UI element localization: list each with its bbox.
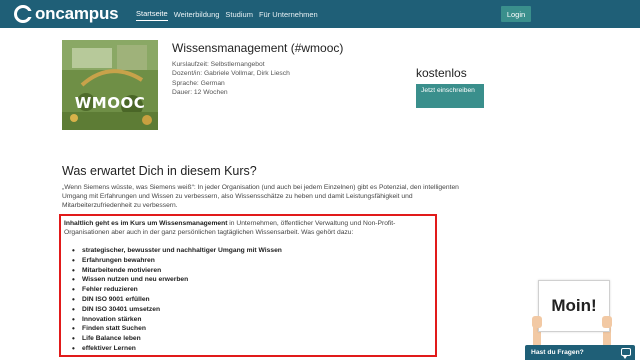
list-item: effektiver Lernen: [70, 344, 282, 354]
list-item: Erfahrungen bewahren: [70, 256, 282, 266]
section-heading: Was erwartet Dich in diesem Kurs?: [62, 164, 257, 178]
lead-bold: Inhaltlich geht es im Kurs um Wissensman…: [64, 220, 228, 227]
chat-label: Hast du Fragen?: [531, 349, 584, 356]
mascot-hand-right: [602, 316, 612, 328]
login-button[interactable]: Login: [501, 6, 531, 22]
lead-paragraph: Inhaltlich geht es im Kurs um Wissensman…: [64, 219, 432, 237]
list-item: Fehler reduzieren: [70, 285, 282, 295]
logo-icon: [14, 5, 33, 23]
meta-language: Sprache: German: [172, 79, 225, 87]
course-image-label: WMOOC: [74, 94, 146, 112]
meta-duration-type: Kurslaufzeit: Selbstlernangebot: [172, 61, 265, 68]
nav-fuer-unternehmen[interactable]: Für Unternehmen: [259, 8, 318, 21]
course-meta: Kurslaufzeit: Selbstlernangebot Dozent/i…: [172, 60, 290, 98]
topics-list: strategischer, bewusster und nachhaltige…: [70, 246, 282, 354]
meta-duration: Dauer: 12 Wochen: [172, 89, 228, 97]
nav-studium[interactable]: Studium: [225, 8, 253, 21]
chat-bubble-icon: [621, 348, 631, 359]
main-nav: Startseite Weiterbildung Studium Für Unt…: [136, 0, 324, 28]
course-title: Wissensmanagement (#wmooc): [172, 41, 344, 55]
enroll-button[interactable]: Jetzt einschreiben: [416, 84, 484, 108]
logo-text: oncampus: [35, 4, 119, 23]
list-item: Life Balance leben: [70, 334, 282, 344]
price-label: kostenlos: [416, 66, 467, 80]
meta-lecturers: Dozent/in: Gabriele Vollmar, Dirk Liesch: [172, 70, 290, 78]
mascot-hand-left: [532, 316, 542, 328]
list-item: DIN ISO 9001 erfüllen: [70, 295, 282, 305]
list-item: Wissen nutzen und neu erwerben: [70, 275, 282, 285]
list-item: Mitarbeitende motivieren: [70, 266, 282, 276]
oncampus-logo[interactable]: oncampus: [14, 4, 119, 24]
top-navigation-bar: oncampus Startseite Weiterbildung Studiu…: [0, 0, 640, 28]
list-item: strategischer, bewusster und nachhaltige…: [70, 246, 282, 256]
intro-paragraph: „Wenn Siemens wüsste, was Siemens weiß“:…: [62, 184, 459, 210]
moin-sign[interactable]: Moin!: [538, 280, 610, 332]
list-item: Innovation stärken: [70, 315, 282, 325]
course-image: WMOOC: [62, 40, 158, 130]
list-item: Finden statt Suchen: [70, 324, 282, 334]
chat-widget-button[interactable]: Hast du Fragen?: [525, 345, 635, 360]
nav-startseite[interactable]: Startseite: [136, 7, 168, 21]
list-item: DIN ISO 30401 umsetzen: [70, 305, 282, 315]
course-photo: [62, 40, 158, 130]
nav-weiterbildung[interactable]: Weiterbildung: [174, 8, 220, 21]
